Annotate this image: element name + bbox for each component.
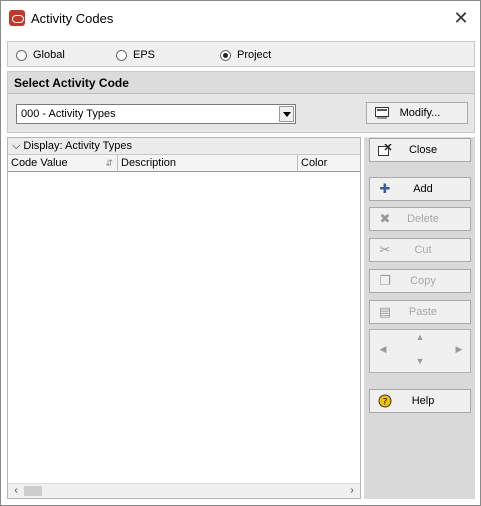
help-button[interactable]: ? Help	[369, 389, 471, 413]
column-header-code-value[interactable]: Code Value ⇵	[8, 155, 118, 172]
radio-eps-label: EPS	[133, 49, 156, 61]
activity-code-select[interactable]: 000 - Activity Types	[16, 104, 296, 124]
modify-button-label: Modify...	[399, 107, 441, 119]
oracle-app-icon	[9, 10, 25, 26]
copy-button[interactable]: ❐ Copy	[369, 269, 471, 293]
move-right-icon[interactable]: ▶	[450, 344, 468, 355]
delete-icon: ✖	[379, 211, 391, 226]
radio-project-dot[interactable]	[220, 49, 231, 61]
modify-icon	[373, 105, 391, 121]
sort-icon[interactable]: ⇵	[105, 158, 113, 169]
activity-codes-dialog: Activity Codes ✕ Global EPS Project Sele…	[0, 0, 481, 506]
delete-button-label: Delete	[407, 213, 439, 225]
help-icon: ?	[376, 393, 394, 409]
scroll-left-icon[interactable]: ‹	[10, 485, 22, 497]
radio-global-label: Global	[33, 49, 65, 61]
copy-icon: ❐	[379, 273, 391, 288]
close-dialog-icon	[376, 142, 394, 158]
section-title: Select Activity Code	[8, 72, 474, 94]
add-button[interactable]: ✚ Add	[369, 177, 471, 201]
scroll-thumb[interactable]	[24, 486, 42, 496]
window-title: Activity Codes	[31, 11, 114, 26]
column-header-label: Code Value	[11, 157, 68, 169]
chevron-down-icon[interactable]: ⌵	[12, 140, 20, 152]
horizontal-scrollbar[interactable]: ‹ ›	[8, 483, 360, 498]
select-activity-code-section: Select Activity Code 000 - Activity Type…	[7, 71, 475, 133]
cut-button-label: Cut	[414, 244, 432, 256]
action-buttons-panel: Close ✚ Add ✖ Delete ✂ Cut ❐ Copy ▤ Past…	[364, 137, 475, 499]
radio-project[interactable]: Project	[220, 48, 271, 62]
radio-global-dot[interactable]	[16, 49, 27, 61]
scroll-right-icon[interactable]: ›	[346, 485, 358, 497]
radio-global[interactable]: Global	[16, 48, 65, 62]
column-header-label: Description	[121, 157, 177, 169]
column-headers: Code Value ⇵ Description Color	[8, 155, 360, 172]
move-arrows-pad: ◀ ▲ ▼ ▶	[369, 329, 471, 373]
close-window-icon[interactable]: ✕	[450, 7, 472, 29]
move-down-icon[interactable]: ▼	[410, 356, 430, 366]
cut-button[interactable]: ✂ Cut	[369, 238, 471, 262]
modify-button[interactable]: Modify...	[366, 102, 468, 124]
chevron-down-icon[interactable]	[279, 106, 294, 122]
activity-code-values-table: ⌵ Display: Activity Types Code Value ⇵ D…	[7, 137, 361, 499]
close-button[interactable]: Close	[369, 138, 471, 162]
delete-button[interactable]: ✖ Delete	[369, 207, 471, 231]
column-header-description[interactable]: Description	[118, 155, 298, 172]
copy-button-label: Copy	[410, 275, 436, 287]
group-by-header[interactable]: ⌵ Display: Activity Types	[8, 138, 360, 155]
activity-code-select-value: 000 - Activity Types	[21, 108, 116, 120]
column-header-label: Color	[301, 157, 328, 169]
column-header-color[interactable]: Color	[298, 155, 360, 172]
scissors-icon: ✂	[379, 242, 391, 257]
paste-button[interactable]: ▤ Paste	[369, 300, 471, 324]
move-left-icon[interactable]: ◀	[374, 344, 392, 355]
radio-eps[interactable]: EPS	[116, 48, 155, 62]
move-up-icon[interactable]: ▲	[410, 332, 430, 342]
add-button-label: Add	[413, 183, 433, 195]
paste-icon: ▤	[378, 304, 392, 319]
radio-project-label: Project	[237, 49, 272, 61]
svg-text:?: ?	[383, 398, 388, 408]
close-button-label: Close	[408, 144, 438, 156]
dialog-body: Global EPS Project Select Activity Code …	[3, 37, 478, 503]
title-bar: Activity Codes ✕	[1, 1, 480, 37]
add-icon: ✚	[379, 181, 391, 196]
help-button-label: Help	[411, 395, 435, 407]
radio-eps-dot[interactable]	[116, 49, 127, 61]
paste-button-label: Paste	[408, 306, 438, 318]
group-by-label: Display: Activity Types	[23, 140, 133, 152]
scope-radio-group: Global EPS Project	[7, 41, 475, 67]
